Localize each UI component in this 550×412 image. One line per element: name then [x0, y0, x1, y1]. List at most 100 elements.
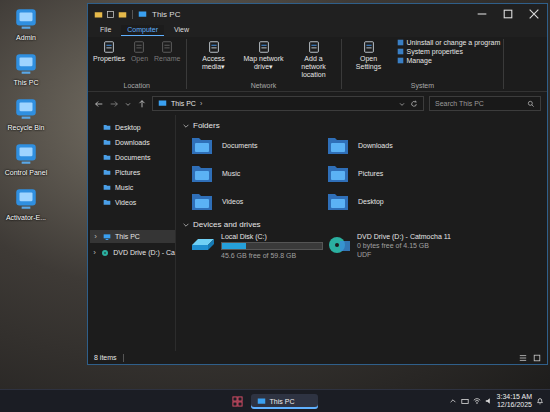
drive-item[interactable]: DVD Drive (D:) - Catmocha 11 0 bytes fre… [326, 233, 476, 259]
desktop-icon[interactable]: This PC [0, 51, 52, 86]
pc-icon [158, 99, 167, 108]
desktop-icon-label: Activator-E... [6, 214, 46, 221]
details-view-icon[interactable] [519, 354, 527, 362]
ribbon-button-label: Add a network location [292, 55, 336, 79]
ribbon-tab[interactable]: View [168, 25, 195, 36]
folder-icon [103, 168, 111, 176]
folder-item[interactable]: Music [190, 162, 326, 184]
dvd-icon [101, 249, 109, 257]
capacity-bar [221, 242, 323, 250]
folder-icon [326, 134, 350, 156]
expand-chevron[interactable]: › [92, 232, 99, 241]
content: Folders Documents Downloads Music Pictur… [176, 115, 547, 351]
ribbon-button[interactable]: Access media▾ [190, 39, 238, 72]
tree-item[interactable]: › This PC [90, 230, 175, 243]
ribbon-button-icon [160, 40, 174, 54]
ribbon-button-label: Open Settings [347, 55, 391, 71]
folder-item[interactable]: Documents [190, 134, 326, 156]
sidebar-item[interactable]: Desktop [90, 121, 175, 133]
breadcrumb[interactable]: This PC [171, 100, 196, 107]
sidebar-item[interactable]: Downloads [90, 136, 175, 148]
ribbon-button-icon [307, 40, 321, 54]
ribbon-link[interactable]: System properties [397, 48, 501, 55]
separator [132, 10, 133, 19]
disk-icon [190, 235, 216, 255]
folder-icon [190, 162, 214, 184]
shortcut-icon [13, 51, 39, 77]
sidebar-item[interactable]: Videos [90, 196, 175, 208]
sidebar-item[interactable]: Music [90, 181, 175, 193]
shortcut-icon [13, 141, 39, 167]
dvd-icon [326, 235, 352, 255]
clock[interactable]: 3:34:15 AM 12/16/2025 [497, 393, 532, 409]
folder-item[interactable]: Downloads [326, 134, 476, 156]
keyboard-icon[interactable] [461, 397, 469, 405]
drive-item[interactable]: Local Disk (C:) 45.6 GB free of 59.8 GB [190, 233, 326, 259]
up-icon[interactable] [137, 99, 147, 109]
maximize-icon[interactable] [495, 5, 521, 23]
section-header[interactable]: Folders [182, 121, 547, 130]
address-row: This PC › Search This PC [88, 92, 547, 115]
chevron-up-icon[interactable] [449, 397, 457, 405]
desktop-icon[interactable]: Control Panel [0, 141, 52, 176]
folder-grid: Documents Downloads Music Pictures Video… [182, 134, 547, 212]
refresh-icon[interactable] [410, 100, 418, 108]
ribbon-button[interactable]: Properties [91, 39, 127, 64]
window-body: Desktop Downloads Documents Pictures Mus… [88, 115, 547, 351]
desktop-icon[interactable]: Admin [0, 6, 52, 41]
close-icon[interactable] [521, 5, 547, 23]
ribbon-button[interactable]: Open Settings [345, 39, 393, 72]
breadcrumb-separator[interactable]: › [200, 100, 202, 107]
network-icon[interactable] [473, 397, 481, 405]
start-icon[interactable] [232, 396, 243, 407]
sidebar-item[interactable]: Documents [90, 151, 175, 163]
ribbon-button[interactable]: Add a network location [290, 39, 338, 80]
properties-icon[interactable] [106, 10, 115, 19]
shortcut-icon [13, 96, 39, 122]
ribbon-group: Open Settings Uninstall or change a prog… [342, 39, 505, 89]
folder-icon [94, 10, 103, 19]
desktop-icon-label: Control Panel [5, 169, 47, 176]
back-icon[interactable] [94, 99, 104, 109]
pc-icon [257, 397, 266, 406]
expand-chevron[interactable]: › [92, 248, 97, 257]
nav-tree: › This PC › DVD Drive (D:) - Ca [90, 230, 175, 259]
ribbon-button[interactable]: Rename [152, 39, 182, 64]
desktop-icons: Admin This PC Recycle Bin Control Panel … [0, 0, 52, 221]
ribbon-tab[interactable]: File [94, 25, 117, 36]
ribbon: Properties Open Rename Location Access m… [88, 37, 547, 92]
recent-icon[interactable] [124, 100, 132, 108]
desktop-icon[interactable]: Activator-E... [0, 186, 52, 221]
ribbon-links: Uninstall or change a program System pro… [395, 39, 501, 64]
explorer-window[interactable]: This PC File Computer View Properties Open… [87, 3, 548, 365]
folder-item[interactable]: Videos [190, 190, 326, 212]
ribbon-button[interactable]: Map network drive▾ [240, 39, 288, 72]
tiles-view-icon[interactable] [533, 354, 541, 362]
folder-item[interactable]: Desktop [326, 190, 476, 212]
folder-item[interactable]: Pictures [326, 162, 476, 184]
ribbon-link[interactable]: Manage [397, 57, 501, 64]
folder-icon[interactable] [118, 10, 127, 19]
ribbon-button-label: Access media▾ [192, 55, 236, 71]
dropdown-icon[interactable] [398, 100, 406, 108]
ribbon-link[interactable]: Uninstall or change a program [397, 39, 501, 46]
ribbon-tab[interactable]: Computer [121, 25, 164, 36]
desktop-icon[interactable]: Recycle Bin [0, 96, 52, 131]
taskbar-app[interactable]: This PC [251, 394, 319, 409]
ribbon-button-icon [132, 40, 146, 54]
folder-icon [326, 190, 350, 212]
speaker-icon[interactable] [485, 397, 493, 405]
item-count: 8 items [94, 354, 117, 361]
forward-icon[interactable] [109, 99, 119, 109]
sidebar-item[interactable]: Pictures [90, 166, 175, 178]
tree-item[interactable]: › DVD Drive (D:) - Ca [90, 246, 175, 259]
title-bar[interactable]: This PC [88, 4, 547, 24]
minimize-icon[interactable] [469, 5, 495, 23]
ribbon-button[interactable]: Open [129, 39, 150, 64]
notification-bell-icon[interactable] [536, 397, 544, 405]
address-bar[interactable]: This PC › [152, 96, 424, 111]
search-field[interactable]: Search This PC [429, 96, 541, 111]
ribbon-button-label: Properties [93, 55, 125, 63]
search-icon [527, 100, 535, 108]
section-header[interactable]: Devices and drives [182, 220, 547, 229]
